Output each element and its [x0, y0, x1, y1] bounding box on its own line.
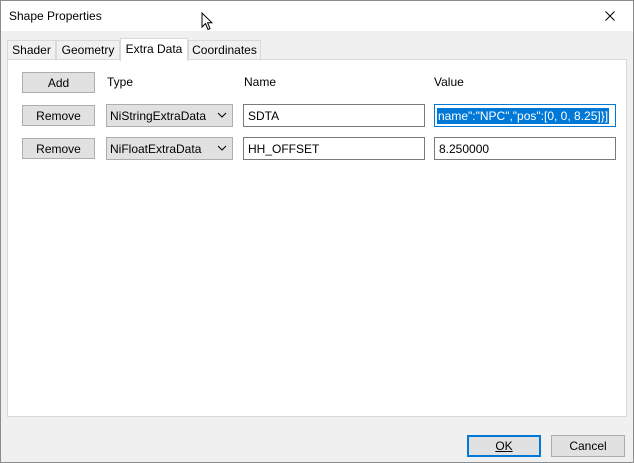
cancel-button[interactable]: Cancel [551, 435, 625, 457]
cancel-button-label: Cancel [569, 439, 607, 453]
ok-button-label: OK [495, 439, 513, 453]
remove-button[interactable]: Remove [22, 138, 95, 159]
close-icon [605, 11, 615, 21]
extra-data-panel: Add Type Name Value Remove NiStringExtra… [7, 59, 627, 417]
name-field[interactable]: SDTA [243, 104, 425, 127]
tab-geometry[interactable]: Geometry [56, 40, 120, 59]
value-field-selected-text: name":"NPC","pos":[0, 0, 8.25]}] [437, 107, 610, 124]
name-field-value: SDTA [248, 108, 280, 123]
tab-extra-data[interactable]: Extra Data [120, 38, 188, 61]
shape-properties-dialog: Shape Properties Shader Geometry Extra D… [0, 0, 634, 463]
value-field-value: 8.250000 [439, 141, 490, 156]
chevron-down-icon [217, 145, 227, 151]
tab-shader[interactable]: Shader [7, 40, 56, 59]
type-dropdown[interactable]: NiStringExtraData [106, 104, 233, 127]
type-dropdown-value: NiStringExtraData [110, 108, 207, 123]
column-header-name: Name [244, 75, 277, 89]
type-dropdown-value: NiFloatExtraData [110, 141, 202, 156]
title-bar: Shape Properties [1, 1, 633, 31]
tab-coordinates[interactable]: Coordinates [188, 40, 261, 59]
close-button[interactable] [587, 1, 633, 31]
add-button[interactable]: Add [22, 72, 95, 93]
name-field[interactable]: HH_OFFSET [243, 137, 425, 160]
column-header-type: Type [107, 75, 134, 89]
chevron-down-icon [217, 112, 227, 118]
value-field[interactable]: name":"NPC","pos":[0, 0, 8.25]}] [434, 104, 616, 127]
mouse-cursor-icon [201, 11, 214, 34]
remove-button[interactable]: Remove [22, 105, 95, 126]
column-header-value: Value [434, 75, 464, 89]
name-field-value: HH_OFFSET [248, 141, 320, 156]
ok-button[interactable]: OK [467, 435, 541, 457]
window-title: Shape Properties [9, 9, 102, 23]
type-dropdown[interactable]: NiFloatExtraData [106, 137, 233, 160]
value-field[interactable]: 8.250000 [434, 137, 616, 160]
